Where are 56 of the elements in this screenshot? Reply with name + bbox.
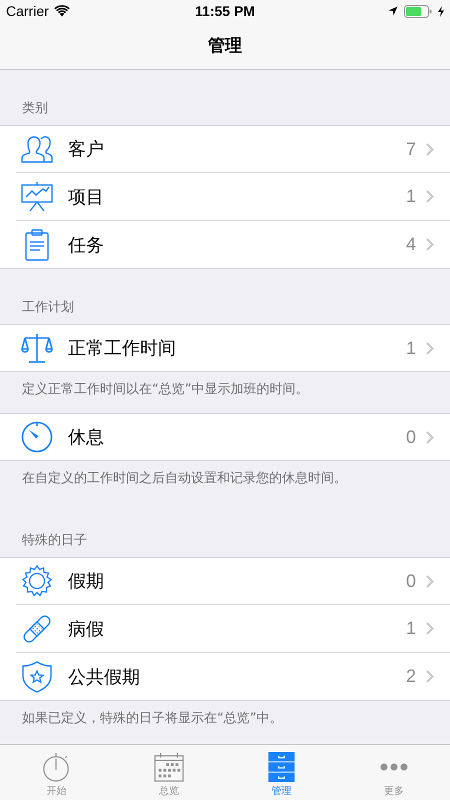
list-row[interactable]: 项目 1 xyxy=(16,172,450,220)
calendar-icon xyxy=(154,752,184,782)
section-footer: 如果已定义，特殊的日子将显示在“总览”中。 xyxy=(22,711,282,726)
chevron-icon xyxy=(426,622,434,635)
chevron-icon xyxy=(426,430,434,444)
row-count: 7 xyxy=(406,138,416,160)
file-cabinet-icon xyxy=(268,752,295,782)
row-label: 公共假期 xyxy=(68,666,141,688)
stopwatch-icon xyxy=(41,752,72,782)
battery-icon xyxy=(404,4,432,18)
more-icon xyxy=(380,763,408,771)
tab-item[interactable]: 管理 xyxy=(225,745,338,800)
chevron-icon xyxy=(426,574,434,588)
section-header: 工作计划 xyxy=(22,299,74,316)
list-row[interactable]: 假期 0 xyxy=(16,558,450,604)
section-footer: 在自定义的工作时间之后自动设置和记录您的休息时间。 xyxy=(22,471,347,486)
nav-title: 管理 xyxy=(208,35,242,57)
people-icon xyxy=(21,135,53,163)
row-label: 任务 xyxy=(68,234,105,256)
row-count: 1 xyxy=(406,186,416,207)
clipboard-icon xyxy=(25,228,49,260)
timer-icon xyxy=(21,421,53,453)
bandage-icon xyxy=(21,612,53,644)
section-header: 类别 xyxy=(22,100,48,117)
charging-icon xyxy=(438,6,444,16)
section-header: 特殊的日子 xyxy=(22,532,87,549)
chevron-icon xyxy=(426,670,434,683)
carrier-name: Carrier xyxy=(6,3,49,19)
row-count: 0 xyxy=(406,570,416,592)
row-count: 4 xyxy=(406,234,416,255)
list-row[interactable]: 病假 1 xyxy=(16,604,450,652)
row-count: 1 xyxy=(406,338,416,358)
row-label: 客户 xyxy=(68,138,105,161)
location-icon xyxy=(388,6,398,16)
row-label: 正常工作时间 xyxy=(68,337,177,360)
row-count: 1 xyxy=(406,618,416,639)
list-row[interactable]: 客户 7 xyxy=(16,126,450,172)
chevron-icon xyxy=(426,142,434,156)
gear-sun-icon xyxy=(21,565,53,597)
chevron-icon xyxy=(426,190,434,203)
scale-icon xyxy=(21,332,53,364)
row-label: 病假 xyxy=(68,618,105,640)
row-count: 2 xyxy=(406,666,416,687)
chevron-icon xyxy=(426,342,434,354)
row-label: 休息 xyxy=(68,426,105,449)
shield-star-icon xyxy=(22,660,52,692)
wifi-icon xyxy=(54,5,70,17)
row-label: 假期 xyxy=(68,570,105,593)
list-row[interactable]: 公共假期 2 xyxy=(16,652,450,700)
row-count: 0 xyxy=(406,426,416,448)
list-row[interactable]: 任务 4 xyxy=(16,220,450,268)
chart-easel-icon xyxy=(21,182,53,212)
clock-time: 11:55 PM xyxy=(195,3,255,19)
row-label: 项目 xyxy=(68,186,105,208)
section-footer: 定义正常工作时间以在“总览”中显示加班的时间。 xyxy=(22,382,308,397)
chevron-icon xyxy=(426,238,434,251)
